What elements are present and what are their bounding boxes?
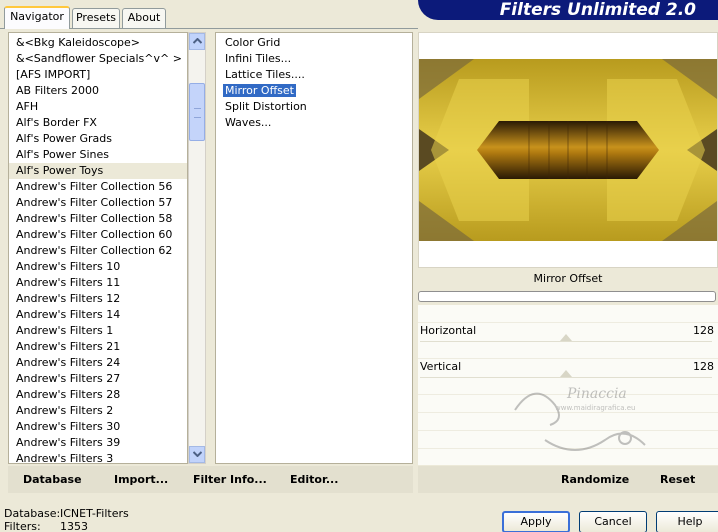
filters-status-value: 1353: [60, 520, 88, 532]
filters-status-label: Filters:: [4, 520, 41, 532]
filter-item-label: Split Distortion: [225, 100, 307, 113]
category-item[interactable]: Andrew's Filters 14: [9, 307, 187, 323]
category-item[interactable]: Andrew's Filter Collection 62: [9, 243, 187, 259]
filter-item-label: Lattice Tiles....: [225, 68, 305, 81]
filter-item[interactable]: Split Distortion: [216, 99, 412, 115]
controls-action-bar: Randomize Reset: [418, 466, 718, 493]
database-link[interactable]: Database: [23, 473, 82, 486]
category-item[interactable]: Andrew's Filters 24: [9, 355, 187, 371]
vertical-value: 128: [693, 360, 714, 373]
svg-text:www.maidiragrafica.eu: www.maidiragrafica.eu: [555, 404, 636, 412]
divider: [418, 358, 718, 359]
category-item[interactable]: Andrew's Filters 11: [9, 275, 187, 291]
horizontal-slider-thumb[interactable]: [560, 334, 572, 341]
category-item[interactable]: Andrew's Filter Collection 58: [9, 211, 187, 227]
filter-item[interactable]: Mirror Offset: [216, 83, 412, 99]
watermark-logo: Pinaccia www.maidiragrafica.eu: [505, 370, 665, 470]
help-button[interactable]: Help: [656, 511, 718, 532]
tab-navigator[interactable]: Navigator: [4, 6, 70, 29]
category-item[interactable]: Andrew's Filter Collection 56: [9, 179, 187, 195]
status-filters: Filters: 1353: [4, 520, 88, 532]
apply-button[interactable]: Apply: [502, 511, 570, 532]
randomize-link[interactable]: Randomize: [561, 473, 629, 486]
category-item[interactable]: AFH: [9, 99, 187, 115]
reset-link[interactable]: Reset: [660, 473, 695, 486]
tab-about[interactable]: About: [122, 8, 166, 28]
filter-item-label: Waves...: [225, 116, 272, 129]
category-item[interactable]: Andrew's Filter Collection 57: [9, 195, 187, 211]
filter-item[interactable]: Color Grid: [216, 35, 412, 51]
category-item[interactable]: Andrew's Filters 10: [9, 259, 187, 275]
category-item[interactable]: Andrew's Filters 30: [9, 419, 187, 435]
database-status-label: Database:: [4, 507, 61, 520]
chevron-down-icon: [192, 451, 202, 458]
filter-name-label: Mirror Offset: [418, 268, 718, 290]
preview-graphic: [419, 59, 717, 241]
category-item[interactable]: Andrew's Filters 2: [9, 403, 187, 419]
category-list[interactable]: &<Bkg Kaleidoscope> &<Sandflower Specials…: [8, 32, 188, 467]
app-title-banner: Filters Unlimited 2.0: [418, 0, 718, 20]
database-status-value: ICNET-Filters: [60, 507, 129, 520]
watermark-graphic: Pinaccia www.maidiragrafica.eu: [514, 386, 646, 451]
category-item[interactable]: &<Bkg Kaleidoscope>: [9, 35, 187, 51]
import-link[interactable]: Import...: [114, 473, 168, 486]
filter-item-label: Mirror Offset: [223, 84, 296, 97]
category-item[interactable]: Andrew's Filter Collection 60: [9, 227, 187, 243]
category-item[interactable]: Andrew's Filters 1: [9, 323, 187, 339]
scroll-thumb[interactable]: [189, 83, 205, 141]
chevron-up-icon: [192, 37, 202, 44]
category-item[interactable]: Andrew's Filters 3: [9, 451, 187, 467]
vertical-label: Vertical: [420, 360, 462, 373]
filter-list[interactable]: Color Grid Infini Tiles... Lattice Tiles..…: [215, 32, 413, 464]
tab-navigator-label: Navigator: [10, 10, 64, 23]
category-item[interactable]: Alf's Power Grads: [9, 131, 187, 147]
cancel-button[interactable]: Cancel: [579, 511, 647, 532]
filter-item[interactable]: Waves...: [216, 115, 412, 131]
grip-icon: [194, 108, 201, 118]
filter-item-label: Infini Tiles...: [225, 52, 292, 65]
progress-bar: [418, 291, 716, 302]
category-item[interactable]: &<Sandflower Specials^v^ >: [9, 51, 187, 67]
tab-presets[interactable]: Presets: [72, 8, 120, 28]
divider: [418, 322, 718, 323]
horizontal-value: 128: [693, 324, 714, 337]
scroll-up-button[interactable]: [189, 33, 205, 50]
editor-link[interactable]: Editor...: [290, 473, 338, 486]
category-item[interactable]: AB Filters 2000: [9, 83, 187, 99]
category-item[interactable]: Andrew's Filters 28: [9, 387, 187, 403]
filter-item-label: Color Grid: [225, 36, 281, 49]
scroll-down-button[interactable]: [189, 446, 205, 463]
watermark-text: Pinaccia: [566, 386, 627, 402]
category-item[interactable]: [AFS IMPORT]: [9, 67, 187, 83]
category-scrollbar[interactable]: [188, 32, 206, 464]
filter-item[interactable]: Infini Tiles...: [216, 51, 412, 67]
status-database: Database:ICNET-Filters: [4, 507, 129, 520]
tab-about-label: About: [127, 11, 161, 24]
category-item[interactable]: Andrew's Filters 27: [9, 371, 187, 387]
tab-strip: Navigator Presets About: [0, 0, 420, 29]
category-item[interactable]: Alf's Power Toys: [9, 163, 187, 179]
horizontal-label: Horizontal: [420, 324, 477, 337]
category-item[interactable]: Andrew's Filters 39: [9, 435, 187, 451]
filter-info-link[interactable]: Filter Info...: [193, 473, 267, 486]
horizontal-slider[interactable]: [420, 334, 712, 351]
category-item[interactable]: Alf's Power Sines: [9, 147, 187, 163]
category-item[interactable]: Andrew's Filters 12: [9, 291, 187, 307]
filter-item[interactable]: Lattice Tiles....: [216, 67, 412, 83]
navigator-action-bar: Database Import... Filter Info... Editor…: [8, 466, 413, 493]
category-item[interactable]: Andrew's Filters 21: [9, 339, 187, 355]
category-item[interactable]: Alf's Border FX: [9, 115, 187, 131]
preview-image: [419, 59, 717, 241]
tab-presets-label: Presets: [75, 11, 117, 24]
